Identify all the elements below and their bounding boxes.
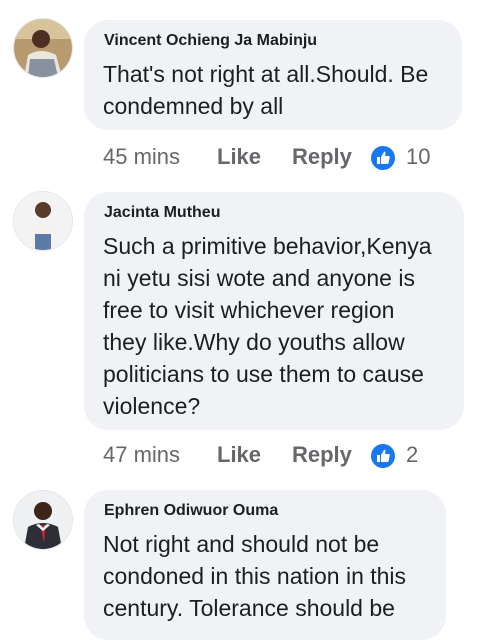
comment-bubble: Jacinta Mutheu Such a primitive behavior… [84, 192, 464, 430]
comment-text: Not right and should not be condoned in … [103, 528, 443, 624]
like-button[interactable]: Like [217, 440, 261, 470]
comment-text-line: Not right and should not be [103, 531, 380, 557]
comment-text: Such a primitive behavior,Kenya ni yetu … [103, 230, 455, 422]
comment-text-line: condoned in this nation in this [103, 563, 407, 589]
reaction-count[interactable]: 2 [406, 440, 418, 470]
comment-author[interactable]: Ephren Odiwuor Ouma [104, 502, 278, 520]
like-thumbs-up-icon [371, 146, 395, 170]
comment-text-line: they like.Why do youths allow [103, 329, 405, 355]
reaction-count[interactable]: 10 [406, 142, 430, 172]
comment-author[interactable]: Vincent Ochieng Ja Mabinju [104, 32, 317, 50]
comment-text-line: Such a primitive behavior,Kenya [103, 233, 432, 259]
reply-button[interactable]: Reply [292, 142, 352, 172]
comment-bubble: Vincent Ochieng Ja Mabinju That's not ri… [84, 20, 462, 130]
comment-text-line: free to visit whichever region [103, 297, 395, 323]
comment-bubble: Ephren Odiwuor Ouma Not right and should… [84, 490, 446, 640]
comment-timestamp[interactable]: 45 mins [103, 142, 180, 172]
avatar[interactable] [13, 18, 73, 78]
comment-timestamp[interactable]: 47 mins [103, 440, 180, 470]
avatar[interactable] [13, 490, 73, 550]
like-thumbs-up-icon [371, 444, 395, 468]
comment-text-line: condemned by all [103, 93, 284, 119]
comment-text-line: violence? [103, 393, 201, 419]
comment-author[interactable]: Jacinta Mutheu [104, 204, 220, 222]
like-button[interactable]: Like [217, 142, 261, 172]
comment-text-line: century. Tolerance should be [103, 595, 395, 621]
avatar[interactable] [13, 191, 73, 251]
comment-text-line: ni yetu sisi wote and anyone is [103, 265, 415, 291]
comment-text: That's not right at all.Should. Be conde… [103, 58, 455, 122]
reply-button[interactable]: Reply [292, 440, 352, 470]
comment-text-line: politicians to use them to cause [103, 361, 424, 387]
comment-text-line: That's not right at all.Should. Be [103, 61, 429, 87]
